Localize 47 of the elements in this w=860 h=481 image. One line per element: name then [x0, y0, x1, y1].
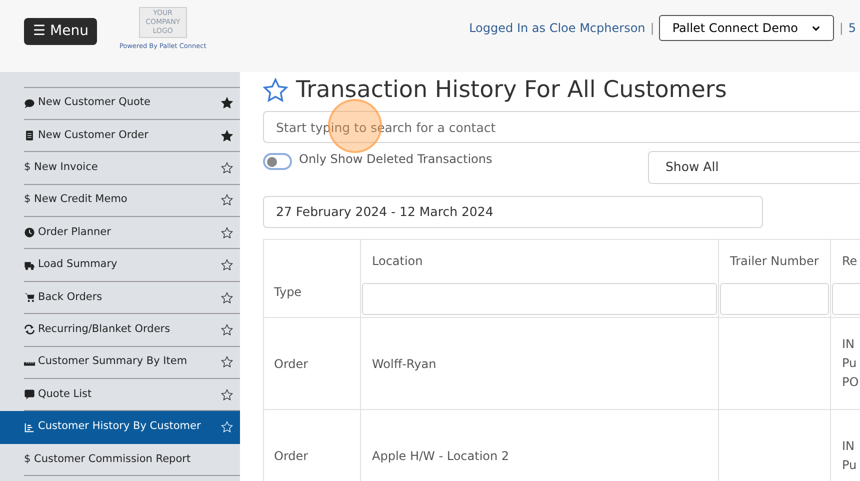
sidebar-item[interactable]: Customer Summary By Item [24, 354, 221, 370]
logged-in-text: Logged In as Cloe Mcpherson [469, 20, 646, 37]
sidebar-item[interactable]: Recurring/Blanket Orders [24, 322, 221, 338]
document-icon [24, 130, 35, 142]
page-title: Transaction History For All Customers [296, 76, 727, 105]
sidebar-item[interactable]: New Customer Quote [24, 95, 221, 112]
sidebar-item[interactable]: New Customer Order [24, 128, 221, 144]
column-header: Location [371, 253, 424, 270]
sidebar-item[interactable]: Order Planner [24, 224, 221, 241]
table-cell-text: Pu [842, 456, 858, 474]
sidebar-item[interactable]: $ New Invoice [24, 160, 221, 176]
sidebar-item[interactable]: Quote List [24, 386, 221, 403]
sidebar-item[interactable]: Load Summary [24, 257, 221, 274]
sidebar-item[interactable]: Back Orders [24, 290, 221, 306]
clock-icon [24, 227, 35, 238]
column-filter-field[interactable] [720, 283, 829, 315]
column-header: Trailer Number [729, 253, 820, 270]
column-filter-field[interactable] [832, 283, 860, 315]
company-select[interactable]: Pallet Connect Demo [659, 15, 834, 41]
ruler-icon [24, 362, 35, 366]
sidebar-item[interactable]: $ Customer Commission Report [24, 452, 240, 468]
table-cell-text: Apple H/W - Location 2 [372, 448, 510, 464]
truck-icon [24, 260, 35, 271]
sidebar-item[interactable]: $ New Credit Memo [24, 192, 221, 208]
table-cell-text: Wolff-Ryan [372, 356, 438, 372]
arrows-cycle-icon [24, 324, 35, 336]
table-cell-text: Order [274, 448, 310, 464]
list-chart-icon [24, 422, 35, 433]
menu-button[interactable]: ☰ Menu [24, 18, 98, 45]
separator: | [839, 20, 844, 37]
table-cell-text: Pu [842, 355, 858, 372]
column-header: Type [274, 284, 303, 301]
table-cell-text: IN [842, 438, 856, 454]
speech-bubble-icon [24, 98, 35, 109]
speech-bubble-icon [24, 389, 35, 400]
table-cell-text: Order [274, 356, 310, 372]
date-range-field[interactable]: 27 February 2024 - 12 March 2024 [263, 196, 763, 228]
column-header: Re [841, 253, 858, 270]
separator: | [650, 20, 654, 37]
table-cell-text: IN [842, 336, 856, 353]
column-filter-field[interactable] [362, 283, 717, 315]
toggle-switch[interactable] [263, 153, 292, 170]
table-cell-text: PO [842, 374, 860, 391]
cart-icon [24, 292, 35, 304]
filter-select[interactable]: Show All [648, 151, 860, 184]
toggle-label: Only Show Deleted Transactions [299, 150, 492, 168]
header-text: 5 [848, 20, 856, 37]
